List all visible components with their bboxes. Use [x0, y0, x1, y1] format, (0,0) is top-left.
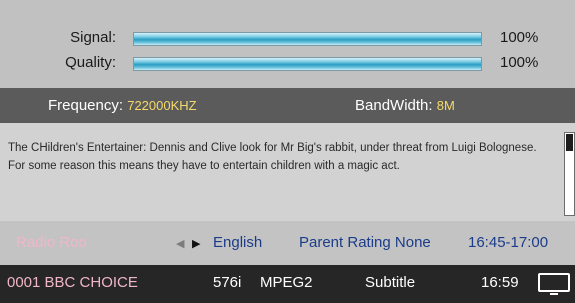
channel-info-osd: Signal: 100% Quality: 100% Frequency: 72… [0, 0, 575, 303]
bandwidth-readout: BandWidth: 8M [355, 97, 455, 114]
signal-label: Signal: [70, 29, 116, 46]
subtitle-indicator: Subtitle [365, 274, 416, 291]
signal-panel: Signal: 100% Quality: 100% [0, 0, 575, 88]
tv-icon [538, 273, 570, 295]
radio-label: Radio Roo [16, 234, 87, 251]
epg-scrollbar[interactable] [564, 132, 575, 216]
signal-percent: 100% [500, 29, 539, 46]
frequency-readout: Frequency: 722000KHZ [48, 97, 197, 114]
quality-percent: 100% [500, 54, 539, 71]
frequency-label: Frequency: [48, 97, 124, 114]
current-time: 16:59 [481, 274, 519, 291]
channel-bar: 0001 BBC CHOICE 576i MPEG2 Subtitle 16:5… [0, 265, 575, 303]
bandwidth-label: BandWidth: [355, 97, 433, 114]
frequency-value: 722000KHZ [127, 98, 197, 113]
video-resolution: 576i [213, 274, 242, 291]
program-description: The CHildren's Entertainer: Dennis and C… [8, 142, 537, 172]
epg-description-panel: The CHildren's Entertainer: Dennis and C… [0, 123, 575, 221]
signal-strength-bar [133, 32, 482, 46]
audio-language[interactable]: English [213, 234, 262, 251]
audio-next-icon[interactable]: ▶ [192, 237, 200, 250]
program-info-row: Radio Roo ◀ ▶ English Parent Rating None… [0, 221, 575, 265]
scrollbar-thumb[interactable] [566, 134, 573, 151]
video-codec: MPEG2 [260, 274, 313, 291]
audio-prev-icon[interactable]: ◀ [176, 237, 184, 250]
program-time-range: 16:45-17:00 [468, 234, 549, 251]
bandwidth-value: 8M [436, 98, 455, 113]
channel-name: 0001 BBC CHOICE [7, 274, 138, 291]
parent-rating: Parent Rating None [299, 234, 431, 251]
quality-label: Quality: [65, 54, 116, 71]
tuning-info-bar: Frequency: 722000KHZ BandWidth: 8M [0, 88, 575, 123]
signal-quality-bar [133, 57, 482, 71]
